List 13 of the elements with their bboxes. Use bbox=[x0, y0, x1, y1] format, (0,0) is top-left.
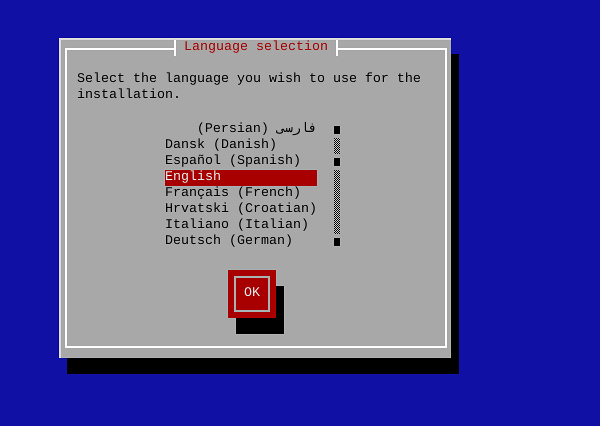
language-item[interactable]: Français (French) bbox=[165, 186, 317, 202]
language-item[interactable]: Español (Spanish) bbox=[165, 154, 317, 170]
language-item[interactable]: Italiano (Italian) bbox=[165, 218, 317, 234]
button-shadow-side bbox=[276, 286, 284, 318]
dialog-title: Language selection bbox=[174, 40, 338, 56]
prompt-text: Select the language you wish to use for the installation. bbox=[77, 72, 422, 104]
language-item[interactable]: فارسی (Persian) bbox=[165, 122, 317, 138]
ok-button[interactable]: OK bbox=[228, 270, 276, 318]
language-item[interactable]: English bbox=[165, 170, 317, 186]
language-item[interactable]: Hrvatski (Croatian) bbox=[165, 202, 317, 218]
language-item[interactable]: Deutsch (German) bbox=[165, 234, 317, 250]
language-item[interactable]: Dansk (Danish) bbox=[165, 138, 317, 154]
button-shadow-bottom bbox=[236, 318, 284, 334]
